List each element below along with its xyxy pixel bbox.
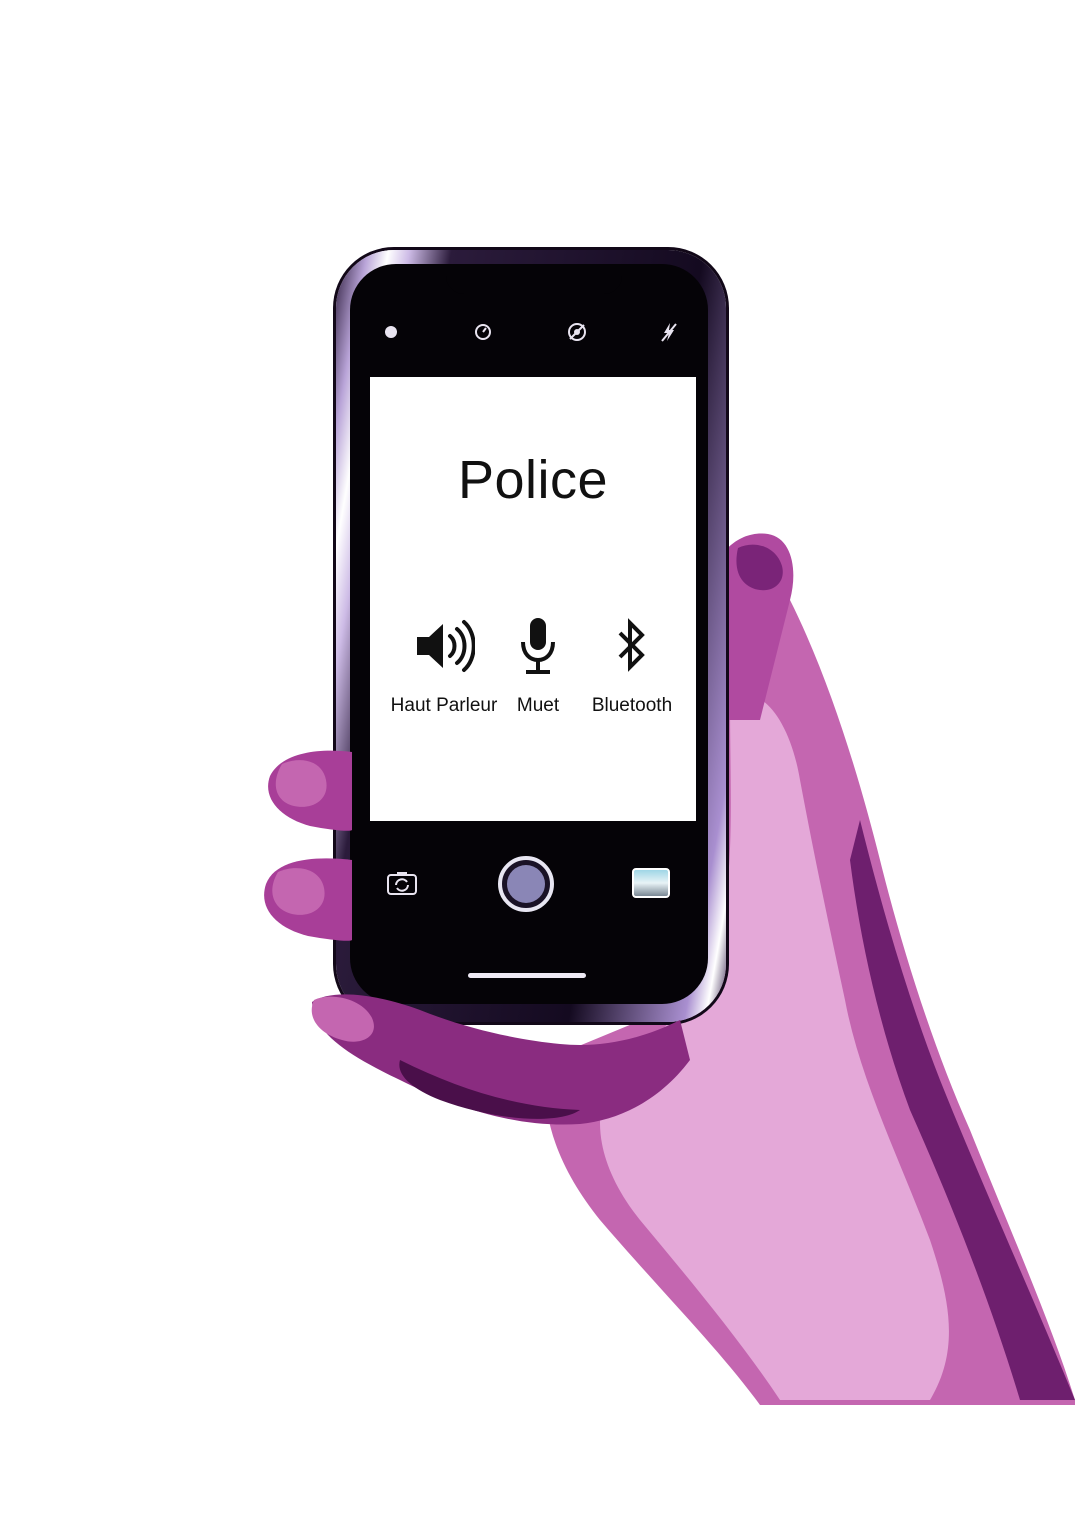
finger-index-tip [275, 760, 327, 807]
fingers-illustration [264, 750, 690, 1125]
illustration-scene: Police Haut Parleur Muet Bluetooth [0, 0, 1080, 1527]
phone-notch [446, 264, 622, 294]
finger-middle-tip [272, 868, 325, 915]
